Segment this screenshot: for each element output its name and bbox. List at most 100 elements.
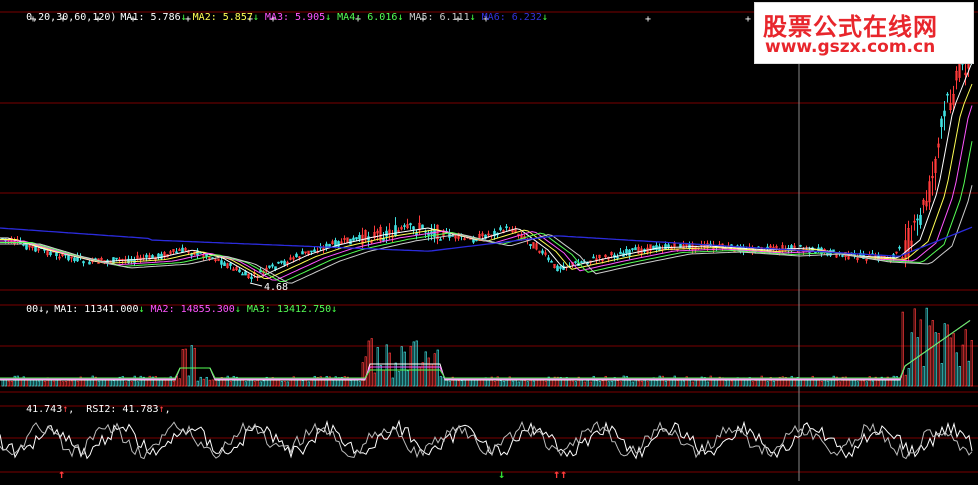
volume-bar (922, 366, 925, 387)
ma6-value: MA6: 6.232↓ (481, 12, 548, 23)
volume-bar (301, 380, 304, 387)
ma-params: 0,20,30,60,120) (26, 12, 117, 23)
candle-body (625, 249, 628, 254)
candle-body (238, 269, 241, 273)
volume-bar (820, 381, 823, 387)
volume-bar (679, 379, 682, 387)
candle-body (832, 249, 835, 252)
candle-body (277, 261, 280, 264)
volume-bar (523, 380, 526, 387)
volume-bar (535, 379, 538, 387)
low-marker-line (249, 282, 263, 287)
volume-bar (136, 381, 139, 387)
volume-bar (385, 344, 388, 387)
volume-bar (445, 379, 448, 387)
candle-body (55, 251, 58, 257)
sell-arrow-icon: ↓ (498, 467, 505, 481)
volume-ma-line-2 (0, 320, 971, 380)
ma5-value: MA5: 6.111↓ (409, 12, 476, 23)
volume-bar (421, 362, 424, 387)
candle-body (946, 93, 949, 96)
volume-bar (931, 320, 934, 387)
candle-body (181, 247, 184, 253)
volume-bar (196, 380, 199, 387)
volume-bar (409, 345, 412, 387)
volume-bar (616, 380, 619, 387)
volume-bar (682, 380, 685, 387)
volume-bar (397, 371, 400, 387)
candle-body (580, 261, 583, 263)
volume-bar (202, 378, 205, 387)
volume-bar (502, 380, 505, 387)
volume-bar (952, 333, 955, 387)
site-watermark: 股票公式在线网 www.gszx.com.cn (754, 2, 974, 64)
volume-bar (439, 376, 442, 387)
volume-bar (223, 379, 226, 387)
volume-ma-line-3 (0, 320, 971, 379)
volume-ma-header: 00↓, MA1: 11341.000↓ MA2: 14855.300↓ MA3: 1… (2, 292, 343, 328)
volume-bar (955, 352, 958, 387)
volume-bar (919, 319, 922, 387)
rsi-header: 41.743↑, RSI2: 41.783↑, (2, 392, 177, 428)
volume-bar (943, 323, 946, 387)
ma2-value: MA2: 5.857↓ (192, 12, 259, 23)
volume-bar (172, 380, 175, 387)
ma-line-2 (0, 83, 973, 280)
candle-body (352, 237, 355, 241)
volume-bar (958, 365, 961, 387)
volume-bar (898, 379, 901, 387)
volume-bar (394, 362, 397, 387)
watermark-url: www.gszx.com.cn (765, 37, 936, 57)
volume-bar (307, 381, 310, 387)
candle-body (73, 257, 76, 262)
candle-body (49, 251, 52, 256)
volume-bar (640, 380, 643, 387)
volume-bar (946, 324, 949, 387)
volume-bar (628, 379, 631, 387)
ma-line-5 (0, 185, 973, 284)
volume-bar (352, 379, 355, 387)
volume-bar (598, 381, 601, 387)
volume-bar (97, 380, 100, 387)
volume-bar (457, 380, 460, 387)
candle-body (799, 245, 802, 247)
vol-ma2-value: MA2: 14855.300↓ (150, 304, 241, 315)
volume-bar (7, 380, 10, 387)
volume-bar (595, 380, 598, 387)
rsi2-value: RSI2: 41.783↑, (86, 404, 171, 415)
volume-bar (532, 380, 535, 387)
volume-bar (655, 380, 658, 387)
volume-bar (670, 379, 673, 387)
volume-bar (124, 381, 127, 387)
volume-bar (427, 357, 430, 387)
candle-body (385, 230, 388, 237)
stock-chart[interactable]: 4.68 + + + + + + + + + + + + + ↑ ↓ ↑ ↑ 0,20,30,60,120) MA1… (0, 0, 978, 481)
volume-bar (373, 372, 376, 387)
volume-bar (964, 329, 967, 387)
candle-body (151, 255, 154, 259)
candle-body (301, 251, 304, 255)
volume-bar (676, 380, 679, 387)
candle-body (943, 110, 946, 117)
candle-body (634, 247, 637, 251)
candle-body (403, 225, 406, 227)
volume-bar (358, 381, 361, 387)
volume-bar (970, 340, 973, 387)
volume-bar (907, 368, 910, 387)
candle-body (145, 254, 148, 258)
volume-bar (571, 380, 574, 387)
candle-body (505, 226, 508, 229)
volume-bar (25, 379, 28, 387)
candle-body (241, 273, 244, 276)
volume-bar (415, 340, 418, 387)
volume-bar (706, 381, 709, 387)
candle-body (223, 262, 226, 266)
candle-body (550, 261, 553, 263)
volume-bar (127, 380, 130, 387)
volume-bar (403, 351, 406, 387)
candle-body (556, 265, 559, 272)
volume-bar (112, 380, 115, 387)
candle-body (283, 260, 286, 265)
ma-line-1 (0, 62, 973, 278)
volume-bar (193, 347, 196, 387)
